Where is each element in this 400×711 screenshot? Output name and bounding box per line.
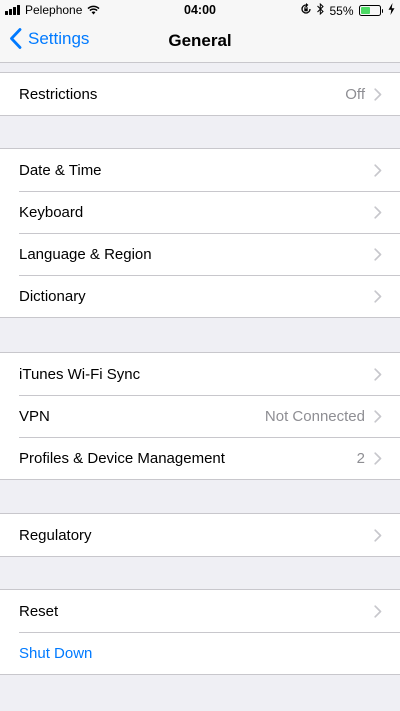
row-value: 2 [356,449,365,467]
group-sync-vpn-profiles: iTunes Wi-Fi Sync VPN Not Connected Prof… [0,352,400,480]
restrictions-row[interactable]: Restrictions Off [0,73,400,115]
row-label: Reset [19,602,59,620]
chevron-right-icon [374,451,382,465]
dictionary-row[interactable]: Dictionary [0,275,400,317]
chevron-right-icon [374,604,382,618]
group-restrictions: Restrictions Off [0,72,400,116]
row-value: Not Connected [264,407,365,425]
status-right: 55% [295,2,395,18]
chevron-right-icon [374,528,382,542]
chevron-right-icon [374,247,382,261]
navigation-bar: Settings General [0,20,400,63]
page-title: General [168,31,232,50]
row-value: Off [345,85,365,103]
profiles-device-management-row[interactable]: Profiles & Device Management 2 [0,437,400,479]
battery-fill [360,7,371,14]
chevron-right-icon [374,163,382,177]
row-label: Regulatory [19,526,92,544]
group-regulatory: Regulatory [0,513,400,557]
keyboard-row[interactable]: Keyboard [0,191,400,233]
itunes-wifi-sync-row[interactable]: iTunes Wi-Fi Sync [0,353,400,395]
settings-general-screen: Pelephone 04:00 55% Settings General Res… [0,0,400,711]
battery-percent: 55% [329,3,354,18]
reset-row[interactable]: Reset [0,590,400,632]
orientation-lock-icon [300,3,312,18]
row-label: Dictionary [19,287,86,305]
row-label: VPN [19,407,50,425]
language-region-row[interactable]: Language & Region [0,233,400,275]
battery-icon [358,5,383,16]
shut-down-button[interactable]: Shut Down [0,632,400,674]
chevron-right-icon [374,205,382,219]
row-label: Keyboard [19,203,84,221]
vpn-row[interactable]: VPN Not Connected [0,395,400,437]
charging-icon [388,3,395,18]
bluetooth-icon [317,2,325,18]
shut-down-label: Shut Down [19,644,93,662]
status-bar: Pelephone 04:00 55% [0,0,400,20]
group-reset-shutdown: Reset Shut Down [0,589,400,675]
chevron-right-icon [374,289,382,303]
row-label: Language & Region [19,245,152,263]
chevron-right-icon [374,87,382,101]
group-date-keyboard-language: Date & Time Keyboard Language & Region D… [0,148,400,318]
row-label: Profiles & Device Management [19,449,225,467]
regulatory-row[interactable]: Regulatory [0,514,400,556]
date-time-row[interactable]: Date & Time [0,149,400,191]
row-label: Date & Time [19,161,102,179]
chevron-right-icon [374,409,382,423]
row-label: Restrictions [19,85,98,103]
row-label: iTunes Wi-Fi Sync [19,365,141,383]
chevron-right-icon [374,367,382,381]
